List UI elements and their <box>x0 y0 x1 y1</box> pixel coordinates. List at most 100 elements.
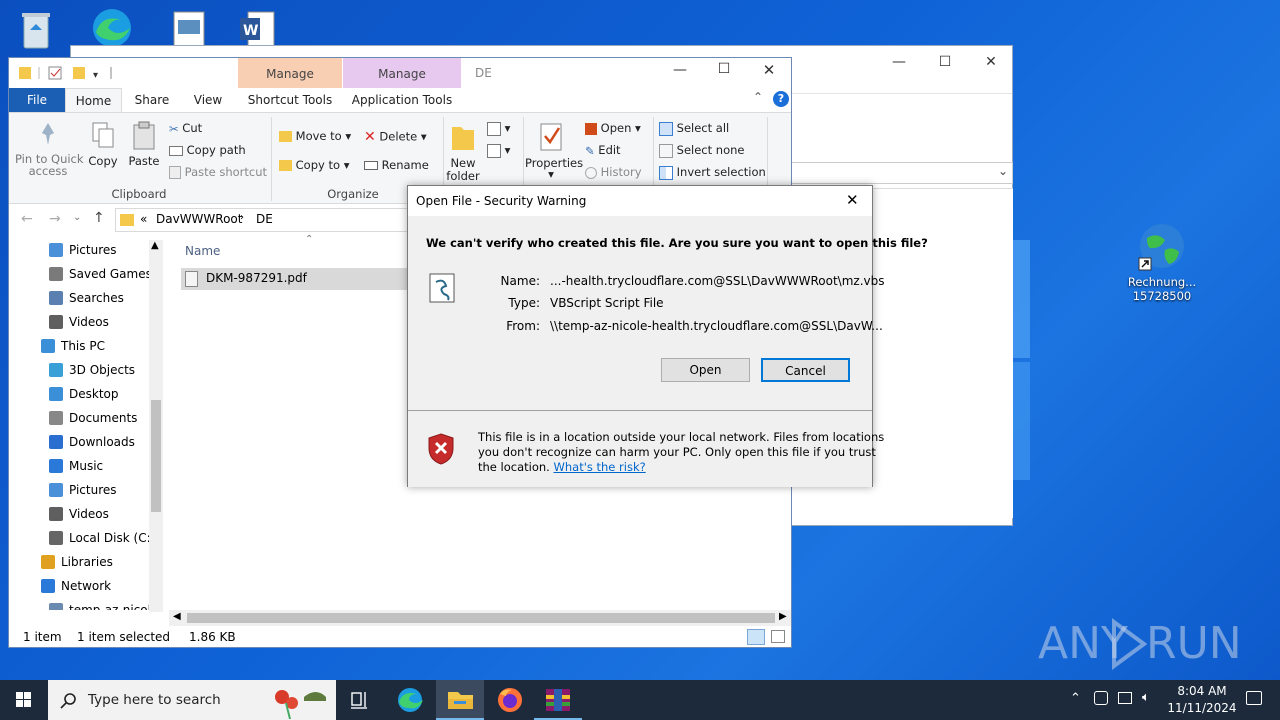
paste-shortcut-button[interactable]: Paste shortcut <box>169 165 267 179</box>
address-overflow[interactable]: « <box>140 212 147 226</box>
nav-item[interactable]: Network <box>9 574 149 598</box>
maximize-button[interactable]: ☐ <box>922 54 968 70</box>
status-item-count: 1 item <box>23 630 62 644</box>
close-button[interactable]: ✕ <box>846 191 859 209</box>
nav-scrollbar[interactable]: ▲ <box>149 240 163 612</box>
word-document-desktop-icon[interactable]: W <box>238 10 278 50</box>
nav-item[interactable]: Pictures <box>9 238 149 262</box>
network-icon[interactable] <box>1118 692 1132 704</box>
background-window-dropdown[interactable]: ⌄ <box>791 162 1013 184</box>
back-arrow-icon[interactable]: ← <box>21 211 33 227</box>
tab-file[interactable]: File <box>9 88 65 112</box>
h-scroll-thumb[interactable] <box>187 613 775 623</box>
nav-item[interactable]: Pictures <box>9 478 149 502</box>
new-item-button[interactable]: ▾ <box>487 121 510 136</box>
scroll-left-icon[interactable]: ◀ <box>173 611 181 622</box>
start-button[interactable] <box>0 680 48 720</box>
dialog-question: We can't verify who created this file. A… <box>426 236 928 250</box>
nav-item[interactable]: Videos <box>9 310 149 334</box>
help-icon[interactable]: ? <box>773 91 789 107</box>
meet-now-icon[interactable] <box>1094 691 1108 705</box>
task-view-button[interactable] <box>336 680 384 720</box>
easy-access-button[interactable]: ▾ <box>487 143 510 158</box>
tab-shortcut-tools[interactable]: Shortcut Tools <box>238 88 342 112</box>
paste-button[interactable]: Paste <box>125 121 163 168</box>
move-to-button[interactable]: Move to ▾ <box>279 129 351 143</box>
nav-item[interactable]: 3D Objects <box>9 358 149 382</box>
close-button[interactable]: ✕ <box>754 61 784 79</box>
nav-item[interactable]: temp-az-nicole <box>9 598 158 610</box>
copy-button[interactable]: Copy <box>85 121 121 168</box>
invert-selection-button[interactable]: Invert selection <box>659 165 766 180</box>
winrar-taskbar-button[interactable] <box>534 680 582 720</box>
edit-button[interactable]: ✎ Edit <box>585 143 621 158</box>
security-shield-icon <box>428 433 454 465</box>
taskbar-search-box[interactable]: Type here to search <box>48 680 336 720</box>
breadcrumb-de[interactable]: DE <box>256 212 273 226</box>
clock-date[interactable]: 11/11/2024 <box>1164 701 1240 715</box>
select-all-button[interactable]: Select all <box>659 121 729 136</box>
nav-item[interactable]: Videos <box>9 502 149 526</box>
scroll-right-icon[interactable]: ▶ <box>779 611 787 622</box>
open-button[interactable]: Open ▾ <box>585 121 641 135</box>
breadcrumb-separator-icon: › <box>240 212 244 223</box>
easy-access-icon <box>487 143 501 158</box>
file-explorer-taskbar-button[interactable] <box>436 680 484 720</box>
nav-item[interactable]: Libraries <box>9 550 149 574</box>
cut-button[interactable]: ✂ Cut <box>169 121 202 136</box>
nav-item[interactable]: Saved Games <box>9 262 152 286</box>
nav-item[interactable]: Documents <box>9 406 149 430</box>
history-button[interactable]: History <box>585 165 642 179</box>
up-arrow-icon[interactable]: ↑ <box>93 210 105 226</box>
minimize-button[interactable]: — <box>876 54 922 70</box>
tab-application-tools[interactable]: Application Tools <box>343 88 461 112</box>
tab-home[interactable]: Home <box>65 88 122 113</box>
copy-to-button[interactable]: Copy to ▾ <box>279 158 349 172</box>
tab-view[interactable]: View <box>183 88 233 112</box>
nav-item[interactable]: Downloads <box>9 430 149 454</box>
horizontal-scrollbar[interactable]: ◀ ▶ <box>169 610 791 626</box>
volume-icon[interactable]: 🔈︎ <box>1142 690 1150 705</box>
properties-button[interactable]: Properties ▾ <box>525 121 583 181</box>
recent-chevron-icon[interactable]: ⌄ <box>73 212 81 223</box>
cancel-button[interactable]: Cancel <box>761 358 850 382</box>
address-bar[interactable]: « DavWWWRoot › DE <box>115 208 415 232</box>
open-button[interactable]: Open <box>661 358 750 382</box>
select-none-button[interactable]: Select none <box>659 143 744 158</box>
column-header-name[interactable]: Name <box>185 244 220 258</box>
whats-the-risk-link[interactable]: What's the risk? <box>553 460 645 474</box>
nav-item[interactable]: This PC <box>9 334 149 358</box>
rename-button[interactable]: Rename <box>364 158 429 172</box>
nav-item[interactable]: Desktop <box>9 382 149 406</box>
nav-item[interactable]: Music <box>9 454 149 478</box>
firefox-taskbar-button[interactable] <box>486 680 534 720</box>
tab-share[interactable]: Share <box>127 88 177 112</box>
breadcrumb-davwwwroot[interactable]: DavWWWRoot <box>156 212 242 226</box>
maximize-button[interactable]: ☐ <box>709 61 739 77</box>
close-button[interactable]: ✕ <box>968 54 1014 70</box>
image-file-desktop-icon[interactable] <box>170 10 210 50</box>
pin-to-quick-access-button[interactable]: Pin to Quick access <box>15 121 84 178</box>
copy-path-button[interactable]: Copy path <box>169 143 246 157</box>
scroll-up-icon[interactable]: ▲ <box>151 240 159 251</box>
forward-arrow-icon[interactable]: → <box>49 211 61 227</box>
security-warning-dialog[interactable]: Open File - Security Warning ✕ We can't … <box>407 185 928 487</box>
rechnung-shortcut[interactable]: Rechnung... 15728500 <box>1122 220 1202 306</box>
minimize-button[interactable]: — <box>665 62 695 78</box>
notifications-icon[interactable] <box>1246 691 1262 705</box>
clock-time[interactable]: 8:04 AM <box>1172 684 1232 698</box>
quick-access-toolbar[interactable]: ▾ <box>17 65 117 81</box>
recycle-bin-icon[interactable] <box>16 8 56 49</box>
file-row[interactable]: DKM-987291.pdf <box>181 268 421 290</box>
large-icons-view-icon[interactable] <box>771 630 785 643</box>
delete-button[interactable]: ✕ Delete ▾ <box>364 129 427 145</box>
edge-taskbar-button[interactable] <box>386 680 434 720</box>
new-folder-button[interactable]: New folder <box>445 121 481 183</box>
collapse-ribbon-icon[interactable]: ⌃ <box>753 90 763 104</box>
nav-scroll-thumb[interactable] <box>151 400 161 512</box>
show-hidden-icons-icon[interactable]: ⌃ <box>1070 691 1081 706</box>
details-view-icon[interactable] <box>747 629 765 645</box>
edge-desktop-icon[interactable] <box>88 6 131 47</box>
nav-item[interactable]: Searches <box>9 286 149 310</box>
nav-item[interactable]: Local Disk (C:) <box>9 526 155 550</box>
